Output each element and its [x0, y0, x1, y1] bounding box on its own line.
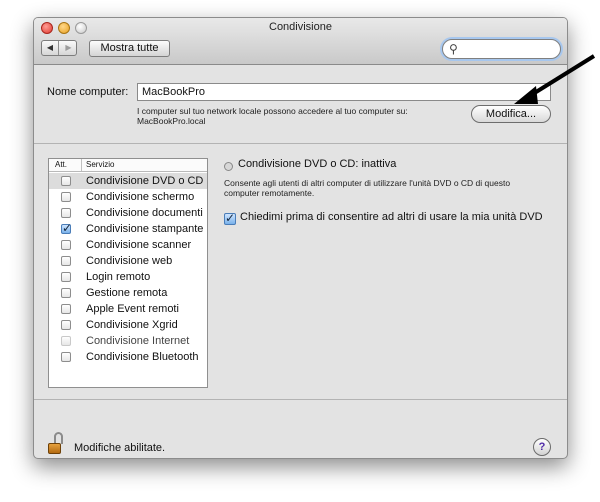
service-enable-checkbox[interactable]: [61, 304, 71, 314]
service-enable-checkbox[interactable]: [61, 208, 71, 218]
service-status-title: Condivisione DVD o CD: inattiva: [238, 158, 397, 170]
column-header-att[interactable]: Att.: [55, 159, 67, 171]
checkmark-icon: ✓: [62, 221, 73, 235]
service-label: Login remoto: [86, 271, 151, 283]
column-divider: [81, 159, 82, 171]
service-enable-checkbox[interactable]: [61, 288, 71, 298]
service-row[interactable]: Condivisione Bluetooth: [49, 349, 207, 365]
service-label: Condivisione scanner: [86, 239, 192, 251]
service-enable-checkbox[interactable]: [61, 256, 71, 266]
status-indicator-icon: [224, 162, 233, 171]
service-row[interactable]: Condivisione Internet: [49, 333, 207, 349]
service-enable-checkbox[interactable]: [61, 176, 71, 186]
computer-name-description: I computer sul tuo network locale posson…: [137, 106, 408, 126]
service-description: Consente agli utenti di altri computer d…: [224, 178, 511, 198]
service-enable-checkbox[interactable]: [61, 352, 71, 362]
service-label: Condivisione DVD o CD: [86, 175, 204, 187]
title-bar: Condivisione ◀ ▶ Mostra tutte ⚲: [34, 18, 567, 65]
service-row[interactable]: Condivisione DVD o CD: [49, 173, 207, 189]
ask-before-use-label[interactable]: Chiedimi prima di consentire ad altri di…: [240, 211, 543, 223]
service-label: Condivisione Bluetooth: [86, 351, 199, 363]
service-enable-checkbox[interactable]: [61, 272, 71, 282]
service-row[interactable]: Gestione remota: [49, 285, 207, 301]
search-icon: ⚲: [449, 42, 458, 56]
service-list[interactable]: Att. Servizio Condivisione DVD o CD Condi…: [48, 158, 208, 388]
service-label: Condivisione Internet: [86, 335, 190, 347]
back-arrow-icon[interactable]: ◀: [42, 41, 59, 55]
service-enable-checkbox[interactable]: ✓: [61, 221, 73, 235]
service-label: Gestione remota: [86, 287, 168, 299]
lock-status-label: Modifiche abilitate.: [74, 442, 166, 454]
lock-icon[interactable]: [48, 432, 66, 454]
service-label: Condivisione Xgrid: [86, 319, 178, 331]
show-all-button[interactable]: Mostra tutte: [89, 40, 170, 57]
service-row[interactable]: ✓ Condivisione stampante: [49, 221, 207, 237]
service-row[interactable]: Login remoto: [49, 269, 207, 285]
edit-button[interactable]: Modifica...: [471, 105, 551, 123]
service-label: Condivisione stampante: [86, 223, 204, 235]
checkmark-icon: ✓: [225, 211, 236, 225]
service-label: Condivisione web: [86, 255, 173, 267]
service-enable-checkbox[interactable]: [61, 240, 71, 250]
window-title: Condivisione: [269, 21, 332, 33]
ask-before-use-checkbox[interactable]: ✓: [224, 211, 236, 225]
lock-body-icon: [48, 443, 61, 454]
service-row[interactable]: Condivisione scanner: [49, 237, 207, 253]
service-enable-checkbox[interactable]: [61, 192, 71, 202]
service-row[interactable]: Condivisione web: [49, 253, 207, 269]
service-row[interactable]: Apple Event remoti: [49, 301, 207, 317]
computer-name-section: Nome computer: MacBookPro I computer sul…: [34, 66, 567, 144]
service-row[interactable]: Condivisione documenti: [49, 205, 207, 221]
navigation-buttons: ◀ ▶: [41, 40, 77, 56]
service-label: Condivisione schermo: [86, 191, 195, 203]
service-list-header: Att. Servizio: [49, 159, 207, 172]
window-footer: Modifiche abilitate. ?: [34, 399, 567, 458]
service-enable-checkbox: [61, 336, 71, 346]
service-row[interactable]: Condivisione schermo: [49, 189, 207, 205]
service-enable-checkbox[interactable]: [61, 320, 71, 330]
search-field[interactable]: ⚲: [442, 39, 561, 59]
column-header-service[interactable]: Servizio: [86, 159, 114, 171]
computer-name-label: Nome computer:: [47, 86, 129, 98]
service-row[interactable]: Condivisione Xgrid: [49, 317, 207, 333]
help-button[interactable]: ?: [533, 438, 551, 456]
sharing-window: Condivisione ◀ ▶ Mostra tutte ⚲ Nome com…: [33, 17, 568, 459]
computer-name-field[interactable]: MacBookPro: [137, 83, 551, 101]
service-label: Apple Event remoti: [86, 303, 179, 315]
service-label: Condivisione documenti: [86, 207, 203, 219]
forward-arrow-icon[interactable]: ▶: [60, 41, 76, 55]
